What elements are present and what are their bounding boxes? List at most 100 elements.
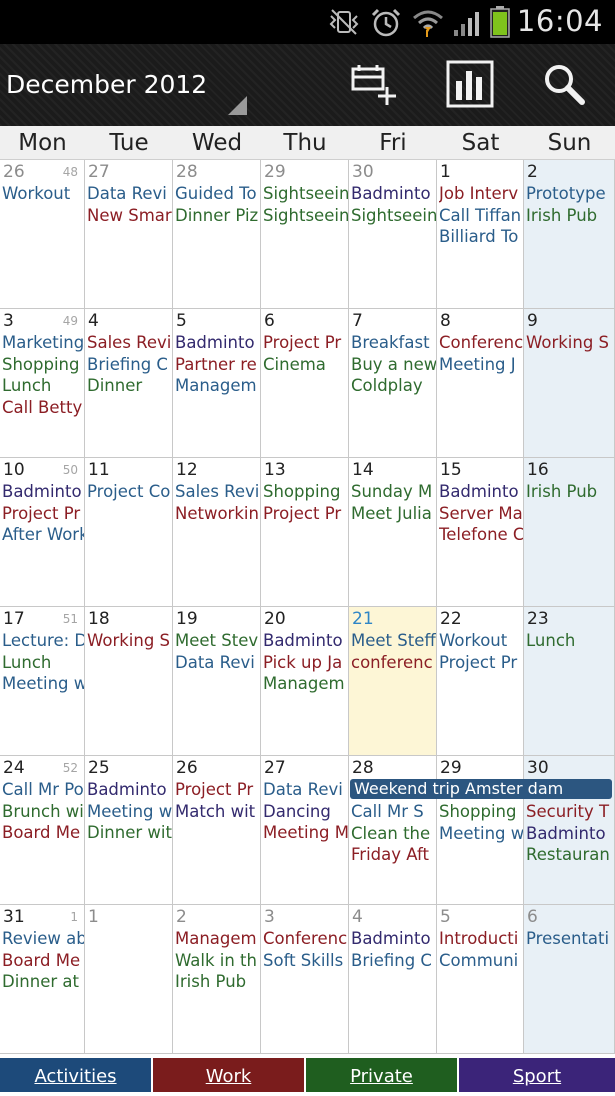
day-cell[interactable]: 10 50 Badminto Project Pr After Work — [0, 458, 85, 607]
event-item[interactable]: Project Pr — [263, 503, 348, 525]
event-item[interactable]: Managem — [175, 375, 260, 397]
event-item[interactable]: Managem — [175, 928, 260, 950]
event-item[interactable]: Meet Stev — [175, 630, 260, 652]
event-item[interactable]: Brunch wi — [2, 801, 84, 823]
event-item[interactable]: Call Mr Po — [2, 779, 84, 801]
day-cell[interactable]: 3 Conferenc Soft Skills — [261, 905, 349, 1054]
event-item[interactable]: Workout — [439, 630, 523, 652]
chart-view-button[interactable] — [440, 58, 500, 114]
event-item[interactable]: Soft Skills — [263, 950, 348, 972]
day-cell[interactable]: 19 Meet Stev Data Revi — [173, 607, 261, 756]
event-item[interactable]: Project Pr — [175, 779, 260, 801]
event-item[interactable]: Badminto — [439, 481, 523, 503]
event-item[interactable]: Coldplay — [351, 375, 436, 397]
event-item[interactable]: Lunch — [2, 652, 84, 674]
event-item[interactable]: Dinner Piz — [175, 205, 260, 227]
event-item[interactable]: After Work — [2, 524, 84, 546]
event-item[interactable]: Board Me — [2, 822, 84, 844]
day-cell[interactable]: 13 Shopping Project Pr — [261, 458, 349, 607]
day-cell[interactable]: 16 Irish Pub — [524, 458, 615, 607]
event-item[interactable]: Sunday M — [351, 481, 436, 503]
event-item[interactable]: Dinner at — [2, 971, 84, 993]
day-cell[interactable]: 6 Project Pr Cinema — [261, 309, 349, 458]
day-cell[interactable]: 31 1 Review ab Board Me Dinner at — [0, 905, 85, 1054]
day-cell[interactable]: 3 49 Marketing Shopping Lunch Call Betty — [0, 309, 85, 458]
event-item[interactable]: Security T — [526, 801, 614, 823]
event-item[interactable]: Project Pr — [2, 503, 84, 525]
event-item[interactable]: Meet Steff — [351, 630, 436, 652]
day-cell[interactable]: 28 Guided To Dinner Piz — [173, 160, 261, 309]
event-item[interactable]: Briefing C — [87, 354, 172, 376]
search-button[interactable] — [534, 58, 594, 114]
multi-day-event[interactable]: Weekend trip Amster dam — [350, 779, 612, 799]
event-item[interactable]: Conferenc — [439, 332, 523, 354]
event-item[interactable]: conferenc — [351, 652, 436, 674]
day-cell[interactable]: 22 Workout Project Pr — [437, 607, 524, 756]
event-item[interactable]: Data Revi — [87, 183, 172, 205]
day-cell[interactable]: 7 Breakfast Buy a new Coldplay — [349, 309, 437, 458]
day-cell[interactable]: 29 Sightseein Sightseein — [261, 160, 349, 309]
day-cell[interactable]: 26 48 Workout — [0, 160, 85, 309]
event-item[interactable]: Shopping — [263, 481, 348, 503]
day-cell[interactable]: 14 Sunday M Meet Julia — [349, 458, 437, 607]
day-cell[interactable]: 27 Data Revi Dancing Meeting M — [261, 756, 349, 905]
event-item[interactable]: Data Revi — [263, 779, 348, 801]
event-item[interactable]: Cinema — [263, 354, 348, 376]
day-cell[interactable]: 12 Sales Revi Networkin — [173, 458, 261, 607]
event-item[interactable]: Communi — [439, 950, 523, 972]
event-item[interactable]: Irish Pub — [526, 481, 614, 503]
day-cell[interactable]: 21 Meet Steff conferenc — [349, 607, 437, 756]
event-item[interactable]: Pick up Ja — [263, 652, 348, 674]
day-cell[interactable]: 4 Sales Revi Briefing C Dinner — [85, 309, 173, 458]
event-item[interactable]: Dinner — [87, 375, 172, 397]
event-item[interactable]: Friday Aft — [351, 844, 436, 866]
event-item[interactable]: Call Mr S — [351, 801, 436, 823]
day-cell[interactable]: 2 Managem Walk in th Irish Pub — [173, 905, 261, 1054]
event-item[interactable]: Meet Julia — [351, 503, 436, 525]
day-cell[interactable]: 4 Badminto Briefing C — [349, 905, 437, 1054]
day-cell[interactable]: 2 Prototype Irish Pub — [524, 160, 615, 309]
day-cell[interactable]: 15 Badminto Server Ma Telefone C — [437, 458, 524, 607]
dropdown-indicator-icon[interactable] — [228, 96, 247, 115]
event-item[interactable]: Call Betty — [2, 397, 84, 419]
event-item[interactable]: Sightseein — [263, 205, 348, 227]
event-item[interactable]: Lunch — [526, 630, 614, 652]
tab-sport[interactable]: Sport — [459, 1058, 615, 1092]
event-item[interactable]: Restauran — [526, 844, 614, 866]
event-item[interactable]: Workout — [2, 183, 84, 205]
event-item[interactable]: Prototype — [526, 183, 614, 205]
event-item[interactable]: Clean the — [351, 823, 436, 845]
event-item[interactable]: Sales Revi — [175, 481, 260, 503]
event-item[interactable]: Lunch — [2, 375, 84, 397]
event-item[interactable]: Meeting J — [439, 354, 523, 376]
day-cell[interactable]: 18 Working S — [85, 607, 173, 756]
day-cell[interactable]: 11 Project Co — [85, 458, 173, 607]
tab-activities[interactable]: Activities — [0, 1058, 151, 1092]
event-item[interactable]: Breakfast — [351, 332, 436, 354]
day-cell[interactable]: 1 Job Interv Call Tiffan Billiard To — [437, 160, 524, 309]
event-item[interactable]: Irish Pub — [526, 205, 614, 227]
day-cell[interactable]: 30 Badminto Sightseein — [349, 160, 437, 309]
event-item[interactable]: Data Revi — [175, 652, 260, 674]
event-item[interactable]: Board Me — [2, 950, 84, 972]
event-item[interactable]: Sightseein — [263, 183, 348, 205]
day-cell[interactable]: 5 Badminto Partner re Managem — [173, 309, 261, 458]
event-item[interactable]: Billiard To — [439, 226, 523, 248]
event-item[interactable]: Badminto — [87, 779, 172, 801]
event-item[interactable]: Marketing — [2, 332, 84, 354]
event-item[interactable]: Badminto — [351, 928, 436, 950]
event-item[interactable]: Meeting w — [439, 823, 523, 845]
event-item[interactable]: Job Interv — [439, 183, 523, 205]
day-cell[interactable]: 17 51 Lecture: D Lunch Meeting w — [0, 607, 85, 756]
event-item[interactable]: Partner re — [175, 354, 260, 376]
event-item[interactable]: Networkin — [175, 503, 260, 525]
event-item[interactable]: Lecture: D — [2, 630, 84, 652]
event-item[interactable]: Match wit — [175, 801, 260, 823]
tab-work[interactable]: Work — [153, 1058, 304, 1092]
event-item[interactable]: Buy a new — [351, 354, 436, 376]
event-item[interactable]: Guided To — [175, 183, 260, 205]
event-item[interactable]: Managem — [263, 673, 348, 695]
event-item[interactable]: Working S — [87, 630, 172, 652]
event-item[interactable]: Dancing — [263, 801, 348, 823]
day-cell[interactable]: 9 Working S — [524, 309, 615, 458]
